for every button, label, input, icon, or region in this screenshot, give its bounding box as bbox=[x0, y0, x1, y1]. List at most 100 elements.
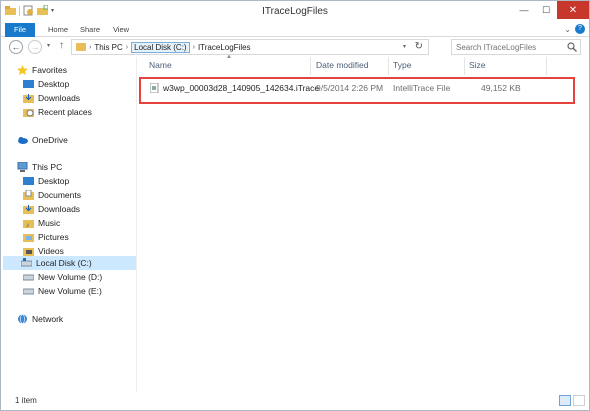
column-header-date[interactable]: Date modified bbox=[316, 60, 368, 70]
drive-icon bbox=[20, 258, 33, 268]
tab-view[interactable]: View bbox=[111, 23, 131, 37]
search-box[interactable] bbox=[451, 39, 581, 55]
close-button[interactable]: ✕ bbox=[557, 1, 589, 19]
nav-pc-volume-e[interactable]: New Volume (E:) bbox=[22, 284, 102, 298]
documents-icon bbox=[23, 189, 34, 200]
nav-pc-volume-d[interactable]: New Volume (D:) bbox=[22, 270, 103, 284]
file-size: 49,152 KB bbox=[481, 83, 521, 93]
large-icons-view-button[interactable] bbox=[573, 395, 585, 406]
column-header-name[interactable]: Name bbox=[149, 60, 172, 70]
star-icon bbox=[17, 65, 28, 75]
nav-label: Videos bbox=[38, 246, 64, 256]
nav-favorites[interactable]: Favorites bbox=[17, 63, 67, 77]
title-bar: ▾ ITraceLogFiles — ☐ ✕ bbox=[1, 1, 589, 23]
pictures-icon bbox=[23, 232, 34, 242]
up-button[interactable]: ↑ bbox=[59, 40, 64, 51]
breadcrumb-separator[interactable]: › bbox=[193, 44, 195, 51]
desktop-icon bbox=[23, 176, 34, 186]
nav-label: Pictures bbox=[38, 232, 69, 242]
column-divider[interactable] bbox=[546, 57, 547, 75]
nav-label: Downloads bbox=[38, 93, 81, 103]
folder-icon bbox=[76, 43, 86, 51]
back-button[interactable]: ← bbox=[9, 40, 23, 54]
tab-home[interactable]: Home bbox=[45, 23, 71, 37]
downloads-icon bbox=[23, 93, 34, 103]
nav-onedrive[interactable]: OneDrive bbox=[17, 133, 68, 147]
column-divider[interactable] bbox=[388, 57, 389, 75]
file-name: w3wp_00003d28_140905_142634.iTrace bbox=[163, 83, 320, 93]
maximize-button[interactable]: ☐ bbox=[535, 1, 557, 19]
nav-this-pc[interactable]: This PC bbox=[17, 160, 62, 174]
navigation-pane: Favorites Desktop Downloads Recent place… bbox=[1, 57, 137, 392]
computer-icon bbox=[17, 161, 28, 172]
nav-label: Recent places bbox=[38, 107, 92, 117]
nav-fav-desktop[interactable]: Desktop bbox=[23, 77, 69, 91]
nav-fav-downloads[interactable]: Downloads bbox=[23, 91, 80, 105]
nav-label: Local Disk (C:) bbox=[36, 258, 92, 268]
nav-label: OneDrive bbox=[32, 135, 68, 145]
breadcrumb-current-folder[interactable]: ITraceLogFiles bbox=[198, 43, 251, 52]
tab-share[interactable]: Share bbox=[79, 23, 101, 37]
column-header-size[interactable]: Size bbox=[469, 60, 486, 70]
nav-label: Downloads bbox=[38, 204, 81, 214]
nav-pc-local-disk[interactable]: Local Disk (C:) bbox=[3, 256, 136, 270]
nav-pc-documents[interactable]: Documents bbox=[23, 188, 81, 202]
downloads-icon bbox=[23, 204, 34, 214]
nav-label: Network bbox=[32, 314, 64, 324]
videos-icon bbox=[23, 246, 34, 256]
status-bar: 1 item bbox=[1, 392, 589, 410]
nav-network[interactable]: Network bbox=[17, 312, 63, 326]
ribbon-tabs: File Home Share View ⌄ ? bbox=[1, 23, 589, 37]
expand-ribbon-icon[interactable]: ⌄ bbox=[564, 25, 571, 34]
minimize-button[interactable]: — bbox=[513, 1, 535, 19]
nav-pc-desktop[interactable]: Desktop bbox=[23, 174, 69, 188]
drive-icon bbox=[22, 272, 35, 282]
nav-label: Documents bbox=[38, 190, 81, 200]
file-date: 9/5/2014 2:26 PM bbox=[316, 83, 384, 93]
details-view-button[interactable] bbox=[559, 395, 571, 406]
network-icon bbox=[17, 314, 28, 324]
refresh-icon[interactable]: ↻ bbox=[415, 41, 423, 52]
recent-locations-icon[interactable]: ▾ bbox=[47, 42, 50, 49]
cloud-icon bbox=[17, 135, 28, 145]
breadcrumb-local-disk[interactable]: Local Disk (C:) bbox=[131, 41, 190, 53]
nav-label: Music bbox=[38, 218, 61, 228]
nav-pc-pictures[interactable]: Pictures bbox=[23, 230, 69, 244]
file-list: ▲ Name Date modified Type Size w3wp_0000… bbox=[138, 54, 589, 392]
search-icon[interactable] bbox=[567, 42, 577, 52]
column-divider[interactable] bbox=[464, 57, 465, 75]
nav-pc-downloads[interactable]: Downloads bbox=[23, 202, 80, 216]
explorer-window: ▾ ITraceLogFiles — ☐ ✕ File Home Share V… bbox=[0, 0, 590, 411]
item-count: 1 item bbox=[15, 396, 37, 405]
help-icon[interactable]: ? bbox=[575, 24, 585, 34]
svg-text:♪: ♪ bbox=[26, 222, 30, 228]
file-type: IntelliTrace File bbox=[393, 83, 451, 93]
drive-icon bbox=[22, 286, 35, 296]
nav-label: Desktop bbox=[38, 79, 70, 89]
forward-button[interactable]: → bbox=[28, 40, 42, 54]
column-header-type[interactable]: Type bbox=[393, 60, 411, 70]
music-icon: ♪ bbox=[23, 218, 34, 229]
nav-label: This PC bbox=[32, 162, 63, 172]
recent-places-icon bbox=[23, 107, 34, 117]
nav-label: New Volume (D:) bbox=[38, 272, 103, 282]
search-input[interactable] bbox=[452, 40, 562, 54]
breadcrumb-separator[interactable]: › bbox=[89, 44, 91, 51]
column-divider[interactable] bbox=[310, 57, 311, 75]
itrace-file-icon bbox=[149, 82, 159, 94]
desktop-icon bbox=[23, 79, 34, 89]
nav-label: Desktop bbox=[38, 176, 70, 186]
address-history-icon[interactable]: ▾ bbox=[403, 43, 406, 50]
file-row[interactable]: w3wp_00003d28_140905_142634.iTrace 9/5/2… bbox=[142, 82, 574, 96]
breadcrumb-this-pc[interactable]: This PC bbox=[94, 43, 122, 52]
nav-label: Favorites bbox=[32, 65, 67, 75]
window-controls: — ☐ ✕ bbox=[513, 1, 589, 19]
nav-pc-music[interactable]: ♪ Music bbox=[23, 216, 60, 230]
window-title: ITraceLogFiles bbox=[262, 6, 328, 17]
nav-fav-recent[interactable]: Recent places bbox=[23, 105, 92, 119]
nav-label: New Volume (E:) bbox=[38, 286, 102, 296]
sort-ascending-icon: ▲ bbox=[226, 54, 232, 60]
tab-file[interactable]: File bbox=[5, 23, 35, 37]
breadcrumb-separator[interactable]: › bbox=[126, 44, 128, 51]
address-bar[interactable]: › This PC › Local Disk (C:) › ITraceLogF… bbox=[71, 39, 429, 55]
